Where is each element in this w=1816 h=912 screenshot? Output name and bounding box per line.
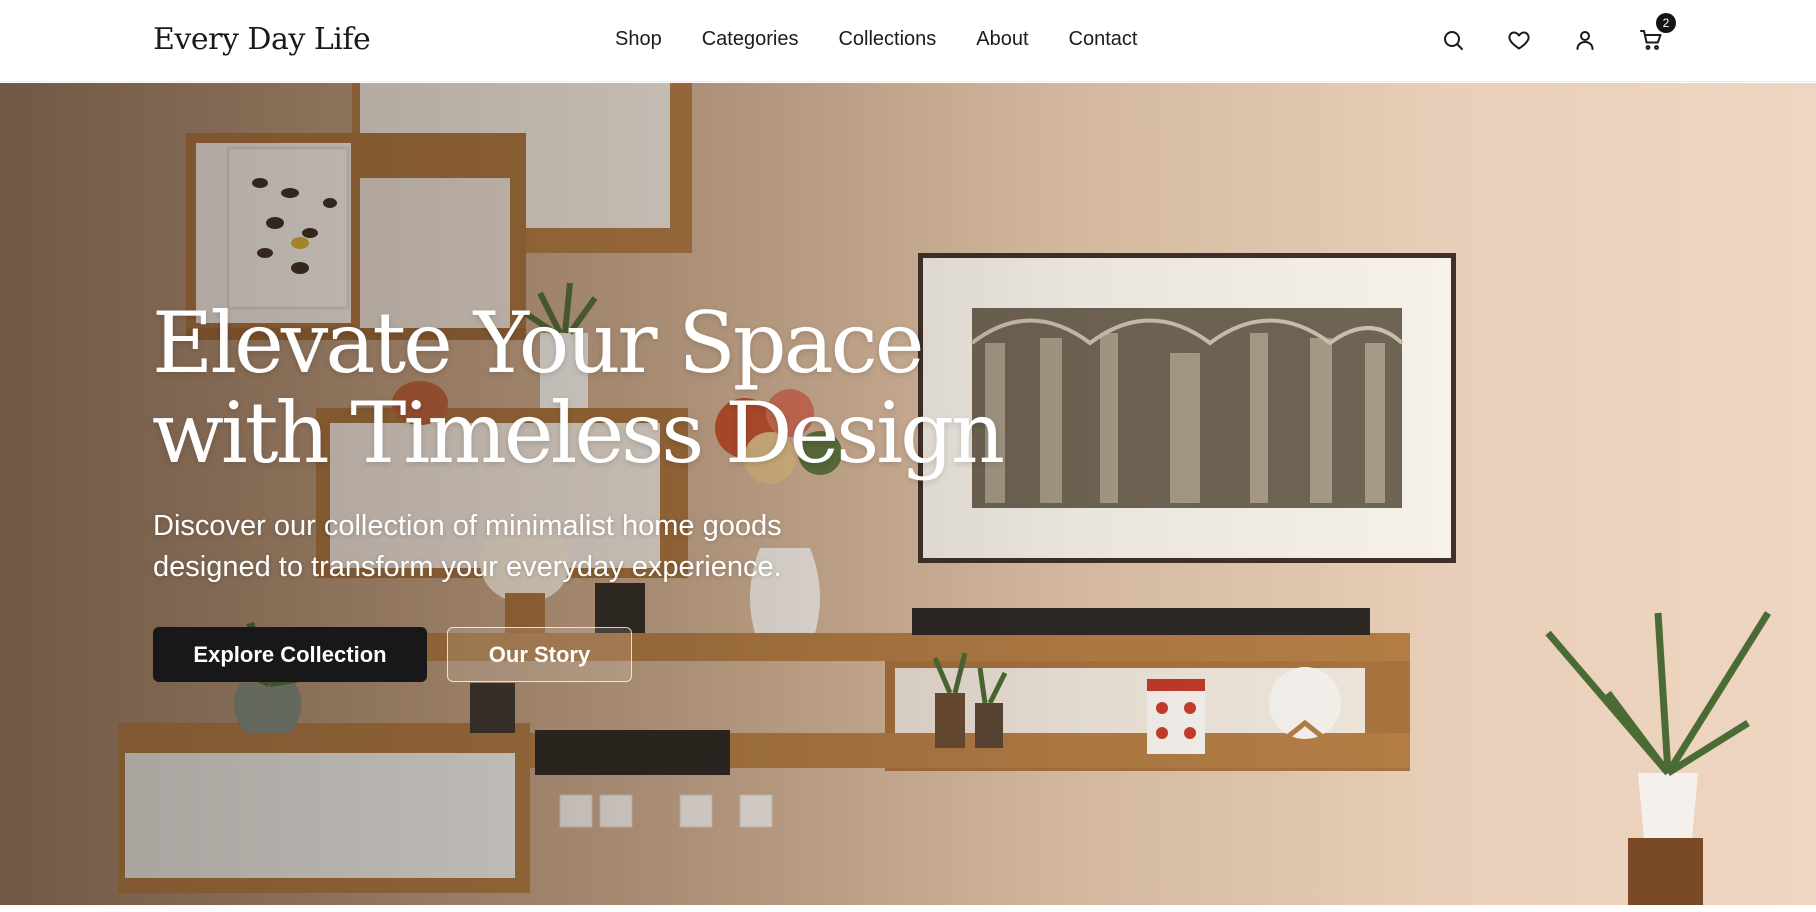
- brand-logo[interactable]: Every Day Life: [153, 22, 371, 57]
- nav-about[interactable]: About: [976, 28, 1028, 51]
- cart-count-badge: 2: [1656, 13, 1676, 33]
- hero-subtitle: Discover our collection of minimalist ho…: [153, 506, 913, 588]
- search-icon: [1444, 31, 1463, 50]
- cart-button[interactable]: 2: [1638, 13, 1676, 58]
- cart-icon: [1640, 30, 1662, 50]
- search-button[interactable]: [1440, 22, 1466, 58]
- header-actions: 2: [1440, 13, 1676, 58]
- user-icon: [1576, 31, 1594, 50]
- explore-collection-button[interactable]: Explore Collection: [153, 627, 427, 682]
- wishlist-button[interactable]: [1506, 22, 1532, 58]
- account-button[interactable]: [1572, 22, 1598, 58]
- hero-overlay: [0, 83, 1816, 905]
- hero-title-line-1: Elevate Your Space: [152, 294, 924, 392]
- nav-shop[interactable]: Shop: [615, 28, 662, 51]
- our-story-button[interactable]: Our Story: [447, 627, 632, 682]
- hero-title: Elevate Your Space with Timeless Design: [152, 298, 1052, 478]
- hero-section: Elevate Your Space with Timeless Design …: [0, 83, 1816, 905]
- hero-subtitle-line-2: designed to transform your everyday expe…: [153, 551, 782, 583]
- nav-collections[interactable]: Collections: [838, 28, 936, 51]
- nav-contact[interactable]: Contact: [1069, 28, 1138, 51]
- hero-title-line-2: with Timeless Design: [152, 384, 1005, 482]
- site-header: Every Day Life Shop Categories Collectio…: [0, 0, 1816, 82]
- nav-categories[interactable]: Categories: [702, 28, 799, 51]
- heart-icon: [1508, 31, 1530, 50]
- main-nav: Shop Categories Collections About Contac…: [615, 28, 1137, 51]
- hero-subtitle-line-1: Discover our collection of minimalist ho…: [153, 510, 782, 542]
